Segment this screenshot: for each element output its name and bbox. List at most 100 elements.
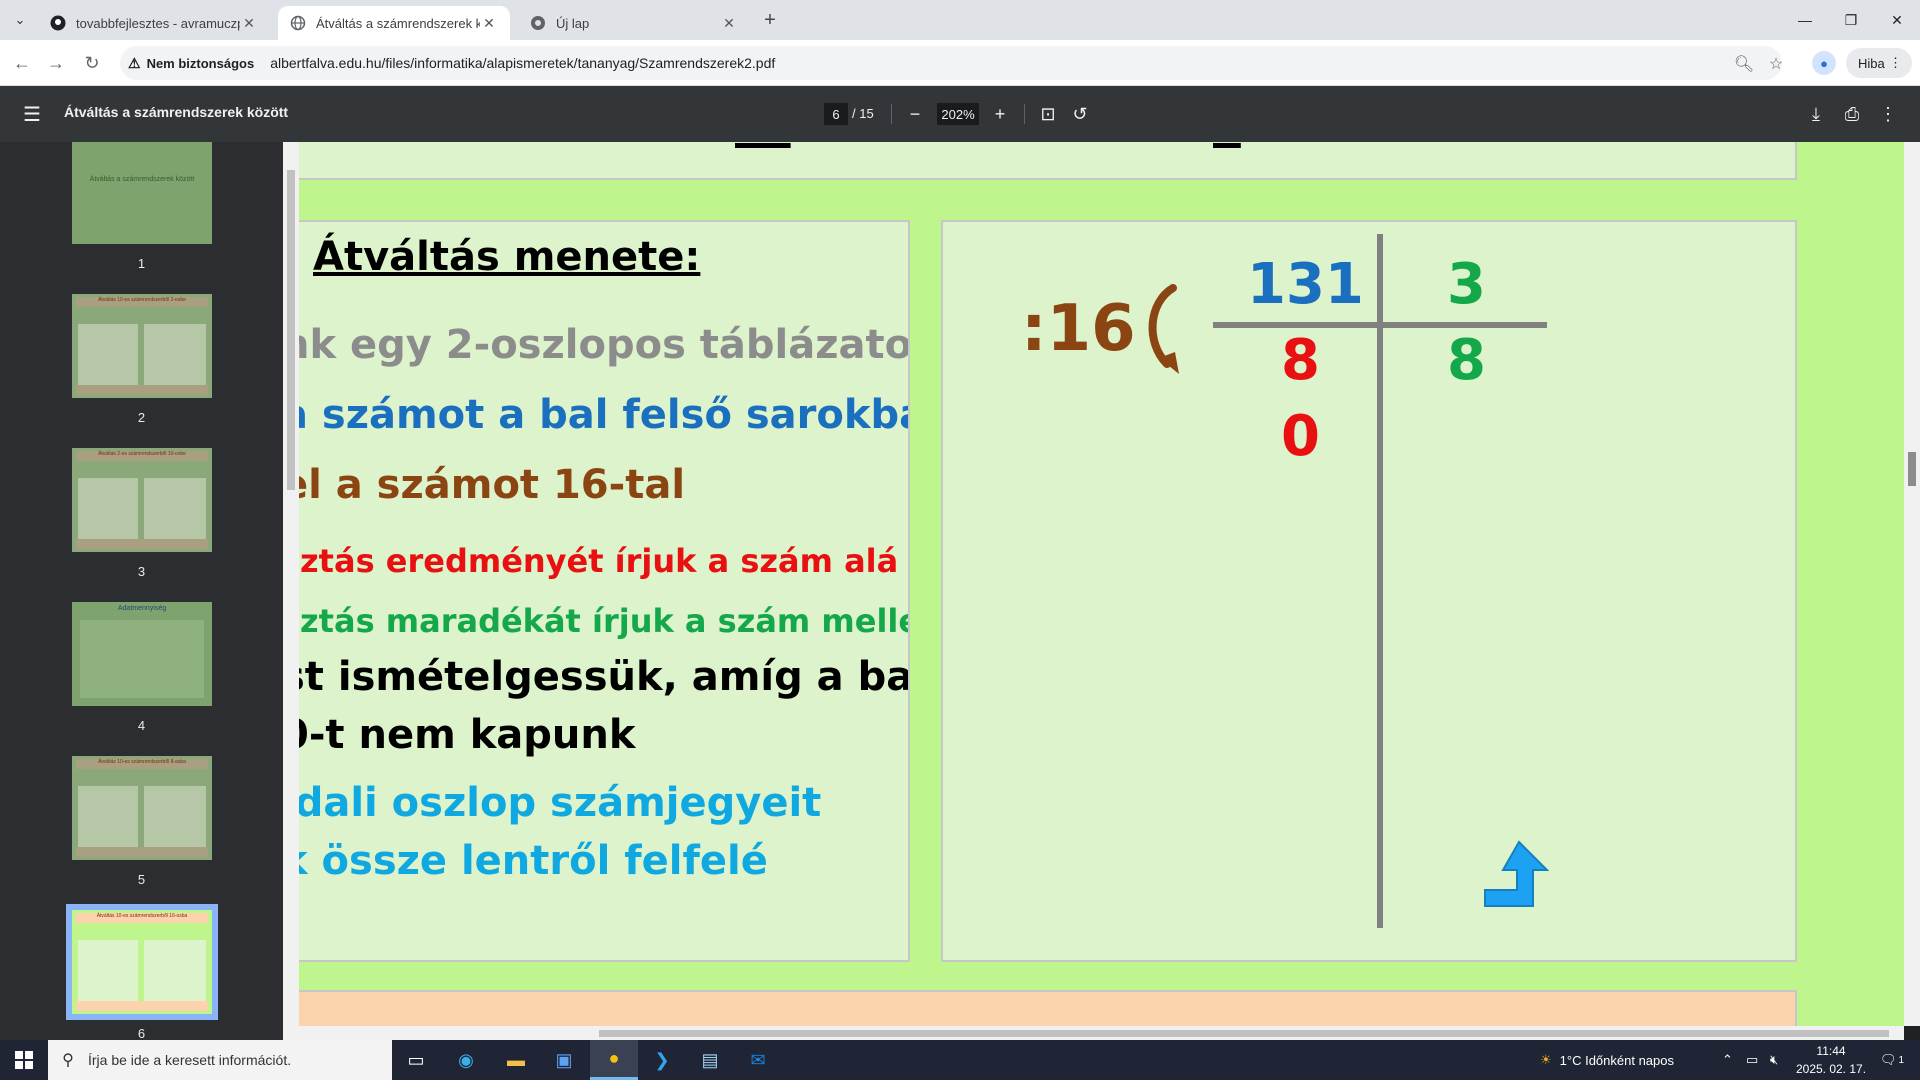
windows-icon	[15, 1051, 33, 1069]
thumbnail-caption: Adatmennyiség	[117, 605, 167, 612]
url-text[interactable]: albertfalva.edu.hu/files/informatika/ala…	[270, 55, 775, 71]
zoom-input[interactable]: 202%	[937, 103, 979, 125]
task-view-button[interactable]: ▭	[392, 1040, 440, 1080]
globe-icon	[290, 15, 306, 31]
minimize-icon: —	[1798, 12, 1812, 28]
thumbnail-content	[80, 620, 204, 698]
menu-icon: ☰	[23, 103, 41, 126]
scrollbar-thumb[interactable]	[287, 170, 295, 490]
thumbnail-caption: Átváltás 10-es számrendszerből 8-asba	[76, 759, 208, 769]
profile-error-button[interactable]: Hiba ⋮	[1846, 48, 1912, 78]
thumbnail-caption: Átváltás 2-es számrendszerből 10-esbe	[76, 451, 208, 461]
store-app[interactable]: ▣	[540, 1040, 588, 1080]
chrome-app[interactable]: ●	[590, 1040, 638, 1080]
thumbnail-content	[144, 324, 206, 386]
download-icon: ⤓	[1812, 103, 1820, 124]
top-number-16: 16	[735, 142, 791, 152]
zoom-in-button[interactable]: +	[988, 102, 1012, 126]
forward-button[interactable]: →	[44, 51, 68, 75]
chevron-up-icon: ⌃	[1722, 1052, 1733, 1067]
print-button[interactable]: ⎙	[1840, 102, 1864, 126]
tab-label: Átváltás a számrendszerek közö	[316, 15, 480, 31]
profile-avatar[interactable]: ●	[1812, 51, 1836, 75]
thumbnail-3[interactable]: Átváltás 2-es számrendszerből 10-esbe	[72, 448, 212, 552]
reload-button[interactable]: ↻	[80, 51, 104, 75]
scrollbar-thumb[interactable]	[599, 1030, 1889, 1037]
download-button[interactable]: ⤓	[1804, 102, 1828, 126]
edge-app[interactable]: ◉	[442, 1040, 490, 1080]
weather-widget[interactable]: ☀ 1°C Időnként napos	[1540, 1040, 1674, 1080]
close-icon[interactable]: ✕	[720, 15, 738, 32]
clock-date: 2025. 02. 17.	[1795, 1062, 1867, 1076]
tab-search-button[interactable]: ⌄	[8, 8, 32, 32]
vscode-app[interactable]: ❯	[638, 1040, 686, 1080]
back-button[interactable]: ←	[10, 51, 34, 75]
zoom-icon[interactable]: 🔍︎	[1732, 52, 1756, 76]
sidebar-scrollbar[interactable]	[283, 142, 299, 1040]
tab-pdf[interactable]: Átváltás a számrendszerek közö ✕	[278, 6, 510, 40]
close-icon[interactable]: ✕	[240, 15, 258, 32]
plus-icon: +	[764, 8, 776, 31]
taskbar: ⚲ Írja be ide a keresett információt. ▭ …	[0, 1040, 1920, 1080]
thumbnail-1[interactable]: Átváltás a számrendszerek között	[72, 142, 212, 244]
chrome-icon: ●	[608, 1048, 620, 1068]
page-horizontal-scrollbar[interactable]	[299, 1026, 1904, 1040]
security-indicator[interactable]: ⚠ Nem biztonságos	[128, 55, 254, 72]
person-icon: ●	[1820, 55, 1828, 71]
new-tab-button[interactable]: +	[758, 8, 782, 32]
browser-toolbar: ← → ↻ ⚠ Nem biztonságos albertfalva.edu.…	[0, 40, 1920, 86]
minimize-button[interactable]: —	[1782, 6, 1828, 34]
clock[interactable]: 11:44 2025. 02. 17.	[1792, 1042, 1870, 1078]
fit-page-button[interactable]: ⊡	[1036, 102, 1060, 126]
tab-label: Új lap	[556, 15, 590, 31]
tray-chevron[interactable]: ⌃	[1722, 1040, 1733, 1080]
close-window-button[interactable]: ✕	[1874, 6, 1920, 34]
sidebar-toggle-button[interactable]: ☰	[20, 102, 44, 126]
thumbnail-number: 4	[137, 718, 146, 733]
more-options-button[interactable]: ⋮	[1876, 102, 1900, 126]
zoom-out-button[interactable]: −	[903, 102, 927, 126]
top-number-8: 8	[1213, 142, 1241, 152]
close-icon[interactable]: ✕	[480, 15, 498, 32]
tab-new[interactable]: Új lap ✕	[518, 6, 750, 40]
outlook-icon: ✉	[750, 1049, 766, 1070]
taskbar-search[interactable]: ⚲ Írja be ide a keresett információt.	[48, 1040, 392, 1080]
close-icon: ✕	[1891, 11, 1903, 28]
rotate-button[interactable]: ↺	[1068, 102, 1092, 126]
step-6a: st ismételgessük, amíg a bal	[299, 654, 910, 700]
outlook-app[interactable]: ✉	[734, 1040, 782, 1080]
start-button[interactable]	[0, 1040, 48, 1080]
thumbnail-6[interactable]: Átváltás 10-es számrendszerből 16-osba	[66, 904, 218, 1020]
page-number-input[interactable]: 6	[824, 103, 848, 125]
notepad-app[interactable]: ▤	[686, 1040, 734, 1080]
notification-center[interactable]: 🗨︎ 1	[1880, 1040, 1904, 1080]
slide-heading: Átváltás menete:	[313, 234, 701, 280]
file-explorer-app[interactable]: ▬	[492, 1040, 540, 1080]
thumbnail-5[interactable]: Átváltás 10-es számrendszerből 8-asba	[72, 756, 212, 860]
thumbnail-number: 1	[137, 256, 146, 271]
github-icon	[50, 15, 66, 31]
thumbnail-content	[144, 940, 206, 1002]
bookmark-star-icon[interactable]: ☆	[1764, 52, 1788, 76]
quotient-0: 0	[1281, 404, 1320, 469]
address-bar[interactable]: ⚠ Nem biztonságos albertfalva.edu.hu/fil…	[120, 46, 1783, 80]
thumbnail-2[interactable]: Átváltás 10-es számrendszerből 2-esbe	[72, 294, 212, 398]
quotient-8: 8	[1281, 328, 1320, 393]
weather-icon: ☀	[1540, 1052, 1552, 1067]
tab-github[interactable]: tovabbfejlesztes - avramuczpist ✕	[38, 6, 270, 40]
page-total: / 15	[852, 106, 874, 121]
volume-status[interactable]: 🔇︎	[1770, 1040, 1778, 1080]
page-vertical-scrollbar[interactable]	[1904, 142, 1920, 1026]
thumbnail-4[interactable]: Adatmennyiség	[72, 602, 212, 706]
restore-button[interactable]: ❐	[1828, 6, 1874, 34]
scrollbar-thumb[interactable]	[1908, 452, 1916, 486]
step-4: sztás eredményét írjuk a szám alá	[299, 542, 899, 580]
network-status[interactable]: ▭	[1746, 1040, 1758, 1080]
error-label: Hiba	[1858, 55, 1885, 71]
pdf-toolbar: ☰ Átváltás a számrendszerek között 6 / 1…	[0, 86, 1920, 142]
chevron-down-icon: ⌄	[14, 12, 26, 27]
remainder-8: 8	[1447, 328, 1486, 393]
divider	[891, 104, 892, 124]
step-5: sztás maradékát írjuk a szám mellé	[299, 602, 910, 640]
arrow-left-icon: ←	[13, 52, 31, 73]
